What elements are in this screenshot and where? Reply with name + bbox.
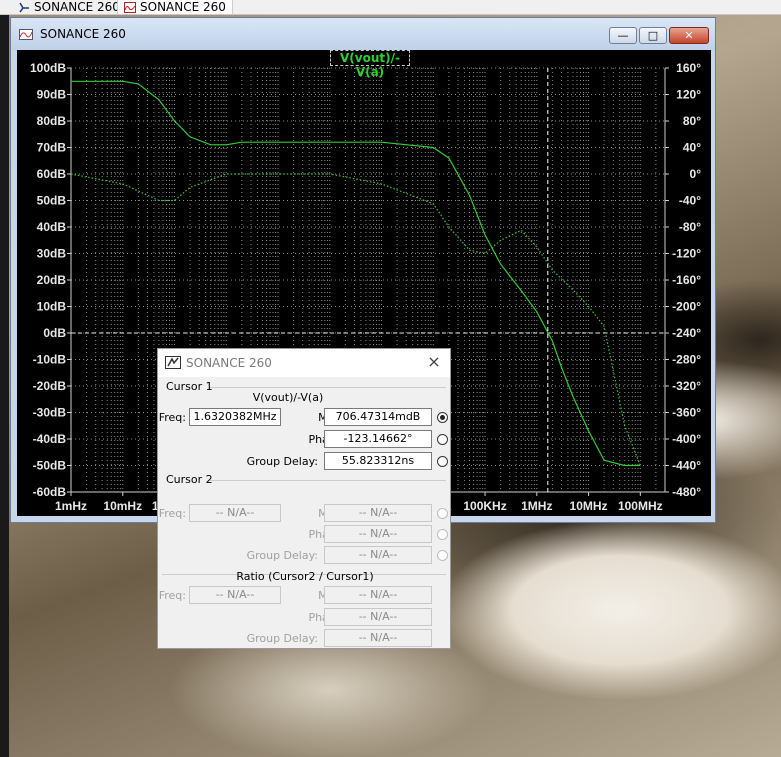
- plot-window-title: SONANCE 260: [40, 27, 126, 41]
- y-left-tick-label: 100dB: [30, 61, 66, 75]
- y-right-tick-label: -80°: [679, 220, 701, 234]
- y-right-tick-label: 120°: [676, 88, 701, 102]
- taskbar-tab-2-label: SONANCE 260: [140, 0, 226, 14]
- ratio-mag-field[interactable]: -- N/A--: [324, 586, 432, 604]
- y-left-tick-label: 50dB: [37, 194, 67, 208]
- x-tick-label: 100KHz: [463, 499, 506, 513]
- waveform-icon: [19, 29, 33, 40]
- cursor1-group-delay-field[interactable]: 55.823312ns: [324, 452, 432, 470]
- y-left-tick-label: 10dB: [37, 300, 67, 314]
- ratio-phase-field[interactable]: -- N/A--: [324, 608, 432, 626]
- cursor2-group-label: Cursor 2: [166, 473, 213, 486]
- cursor2-freq-label: Freq:: [158, 507, 186, 520]
- y-right-tick-label: -360°: [672, 406, 701, 420]
- background-window-edge: [0, 14, 9, 757]
- y-left-tick-label: 0dB: [43, 326, 66, 340]
- cursor2-group-delay-field[interactable]: -- N/A--: [324, 546, 432, 564]
- y-left-tick-label: -20dB: [33, 379, 67, 393]
- y-left-tick-label: 90dB: [37, 88, 67, 102]
- ratio-group-label: Ratio (Cursor2 / Cursor1): [236, 570, 374, 583]
- cursor2-phase-radio[interactable]: [437, 529, 448, 540]
- y-right-tick-label: -320°: [672, 379, 701, 393]
- cursor1-freq-field[interactable]: 1.6320382MHz: [189, 408, 281, 426]
- ratio-freq-label: Freq:: [158, 589, 186, 602]
- y-right-tick-label: -40°: [679, 194, 701, 208]
- y-right-tick-label: 160°: [676, 61, 701, 75]
- y-right-tick-label: 40°: [683, 141, 701, 155]
- cursor1-phase-radio[interactable]: [437, 434, 448, 445]
- y-left-tick-label: 60dB: [37, 167, 67, 181]
- close-button[interactable]: ✕: [669, 27, 709, 44]
- maximize-icon: □: [647, 29, 659, 42]
- minimize-button[interactable]: —: [609, 27, 637, 44]
- y-left-tick-label: 20dB: [37, 273, 67, 287]
- taskbar-tab-1[interactable]: SONANCE 260: [18, 0, 120, 14]
- y-right-tick-label: -120°: [672, 247, 701, 261]
- taskbar: SONANCE 260 SONANCE 260: [0, 0, 781, 15]
- ratio-group-delay-field[interactable]: -- N/A--: [324, 629, 432, 647]
- divider: [210, 480, 446, 481]
- y-right-tick-label: 0°: [690, 167, 702, 181]
- y-right-tick-label: -440°: [672, 459, 701, 473]
- cursor2-freq-field[interactable]: -- N/A--: [189, 504, 281, 522]
- y-right-tick-label: -480°: [672, 485, 701, 499]
- cursor2-group-delay-label: Group Delay:: [246, 549, 318, 562]
- cursor1-expression: V(vout)/-V(a): [252, 391, 324, 404]
- y-right-tick-label: -240°: [672, 326, 701, 340]
- minimize-icon: —: [617, 29, 629, 42]
- cursor1-group-delay-label: Group Delay:: [246, 455, 318, 468]
- y-left-tick-label: -50dB: [33, 459, 67, 473]
- ratio-freq-field[interactable]: -- N/A--: [189, 586, 281, 604]
- divider: [210, 387, 446, 388]
- taskbar-tab-2[interactable]: SONANCE 260: [117, 0, 233, 15]
- cursor-dialog-titlebar[interactable]: SONANCE 260 ×: [158, 349, 450, 377]
- close-icon: ✕: [684, 29, 694, 42]
- ratio-group-delay-label: Group Delay:: [246, 632, 318, 645]
- y-right-tick-label: -280°: [672, 353, 701, 367]
- y-left-tick-label: -10dB: [33, 353, 67, 367]
- maximize-button[interactable]: □: [639, 27, 667, 44]
- taskbar-tab-1-label: SONANCE 260: [34, 0, 120, 14]
- cursor1-mag-radio[interactable]: [437, 412, 448, 423]
- cursor2-mag-radio[interactable]: [437, 508, 448, 519]
- cursor-probe-icon: [165, 356, 181, 369]
- cursor2-group-delay-radio[interactable]: [437, 550, 448, 561]
- y-left-tick-label: -40dB: [33, 432, 67, 446]
- y-left-tick-label: 40dB: [37, 220, 67, 234]
- y-left-tick-label: 30dB: [37, 247, 67, 261]
- x-tick-label: 1mHz: [55, 499, 87, 513]
- trace-label[interactable]: V(vout)/-V(a): [330, 50, 410, 79]
- cursor-dialog-title: SONANCE 260: [186, 356, 272, 370]
- y-right-tick-label: 80°: [683, 114, 701, 128]
- y-right-tick-label: -200°: [672, 300, 701, 314]
- cursor1-mag-field[interactable]: 706.47314mdB: [324, 408, 432, 426]
- plot-window-titlebar[interactable]: SONANCE 260 — □ ✕: [11, 18, 715, 50]
- x-tick-label: 1MHz: [521, 499, 552, 513]
- close-icon[interactable]: ×: [426, 354, 442, 370]
- y-left-tick-label: 70dB: [37, 141, 67, 155]
- x-tick-label: 10MHz: [570, 499, 608, 513]
- cursor2-mag-field[interactable]: -- N/A--: [324, 504, 432, 522]
- probe-icon: [19, 2, 29, 12]
- cursor2-phase-field[interactable]: -- N/A--: [324, 525, 432, 543]
- cursor1-phase-field[interactable]: -123.14662°: [324, 430, 432, 448]
- waveform-icon: [124, 1, 136, 13]
- cursor1-group-delay-radio[interactable]: [437, 456, 448, 467]
- y-right-tick-label: -160°: [672, 273, 701, 287]
- y-left-tick-label: 80dB: [37, 114, 67, 128]
- cursor-dialog: SONANCE 260 × Cursor 1 V(vout)/-V(a) Fre…: [157, 348, 451, 649]
- x-tick-label: 100MHz: [618, 499, 663, 513]
- cursor1-freq-label: Freq:: [158, 411, 186, 424]
- y-right-tick-label: -400°: [672, 432, 701, 446]
- y-left-tick-label: -60dB: [33, 485, 67, 499]
- x-tick-label: 10mHz: [103, 499, 142, 513]
- y-left-tick-label: -30dB: [33, 406, 67, 420]
